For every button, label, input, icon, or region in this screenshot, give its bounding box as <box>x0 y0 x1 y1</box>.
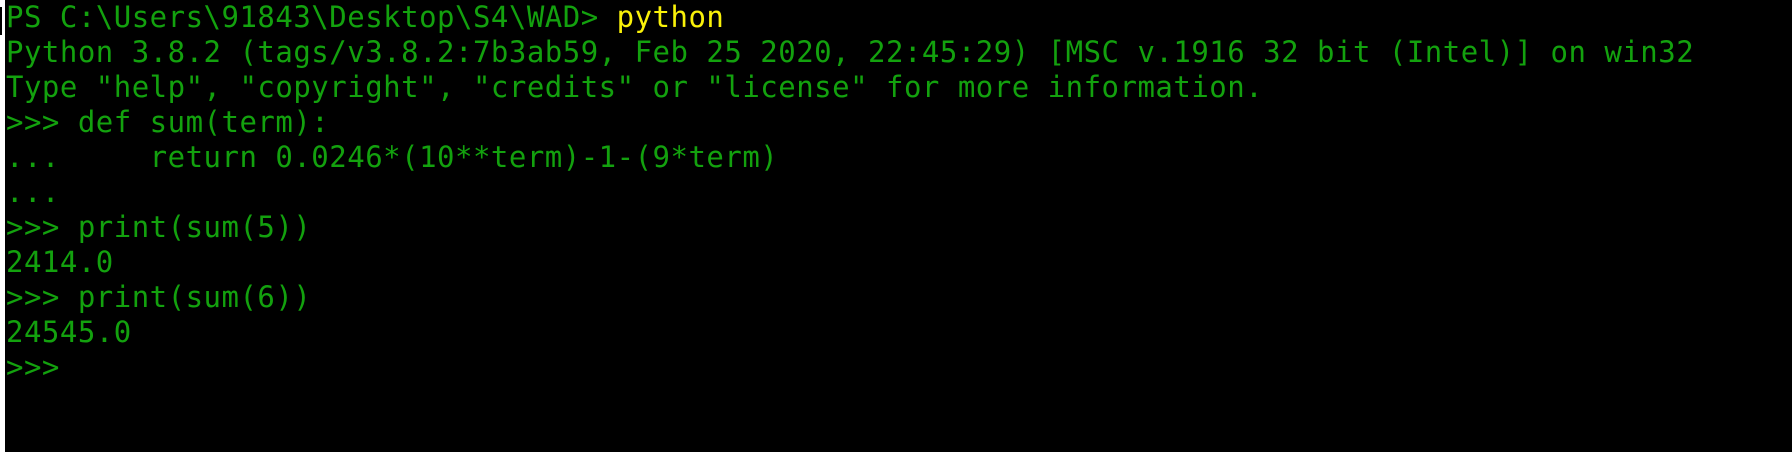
terminal-line-python-version: Python 3.8.2 (tags/v3.8.2:7b3ab59, Feb 2… <box>6 35 1695 69</box>
terminal-line-def-sum: >>> def sum(term): <box>6 105 330 139</box>
ps-prompt: PS C:\Users\91843\Desktop\S4\WAD> <box>6 0 617 34</box>
powershell-terminal[interactable]: PS C:\Users\91843\Desktop\S4\WAD> python… <box>0 0 1792 452</box>
terminal-line-result-1: 2414.0 <box>6 245 114 279</box>
terminal-line-help-hint: Type "help", "copyright", "credits" or "… <box>6 70 1264 104</box>
terminal-line-return: ... return 0.0246*(10**term)-1-(9*term) <box>6 140 779 174</box>
terminal-line-continuation: ... <box>6 175 60 209</box>
text-cursor-mark <box>0 7 2 35</box>
window-left-border <box>0 0 5 452</box>
terminal-line-active-prompt[interactable]: >>> <box>6 350 60 385</box>
terminal-line-print-sum-6: >>> print(sum(6)) <box>6 280 312 314</box>
command-python: python <box>616 0 725 34</box>
terminal-output: PS C:\Users\91843\Desktop\S4\WAD> python… <box>6 0 1792 452</box>
terminal-line-ps-prompt: PS C:\Users\91843\Desktop\S4\WAD> python <box>6 0 724 35</box>
terminal-line-result-2: 24545.0 <box>6 315 132 349</box>
terminal-line-print-sum-5: >>> print(sum(5)) <box>6 210 312 244</box>
